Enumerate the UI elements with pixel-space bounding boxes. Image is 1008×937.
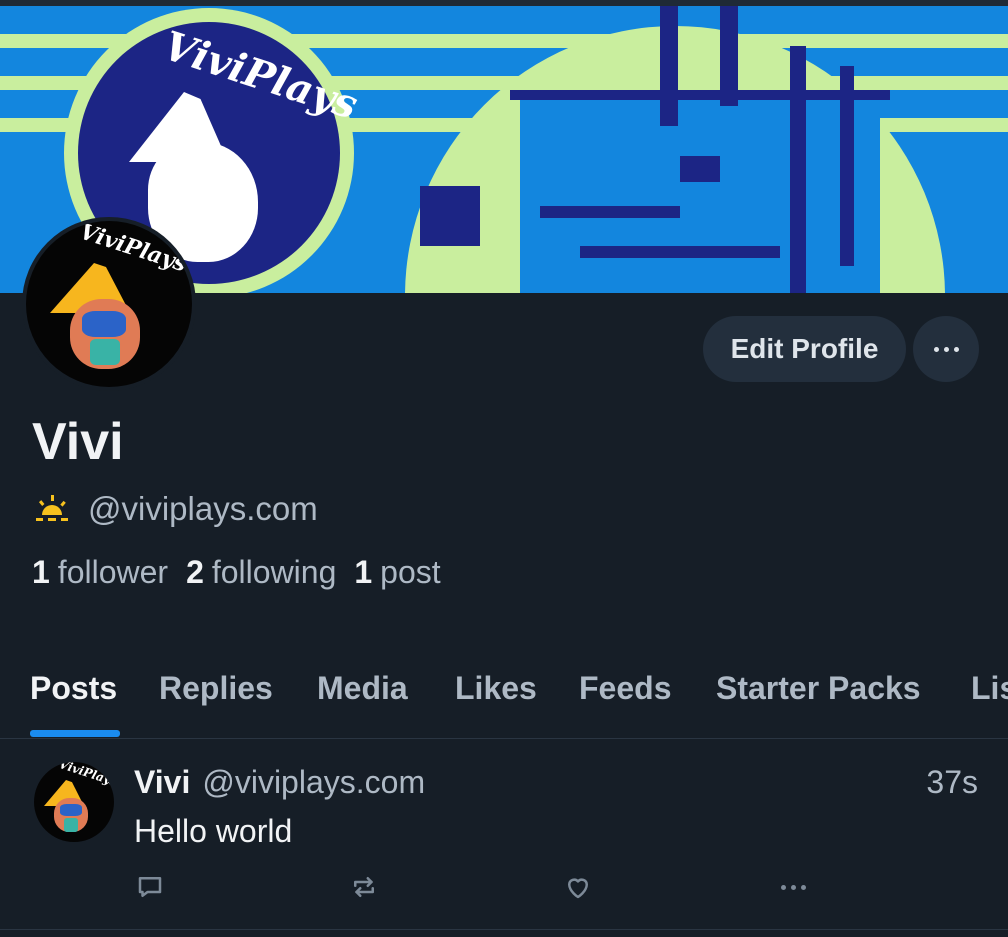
active-tab-indicator [30, 730, 120, 737]
display-name: Vivi [32, 413, 124, 471]
tab-replies[interactable]: Replies [159, 670, 273, 707]
tab-lists[interactable]: Lists [971, 670, 1008, 707]
reply-button[interactable] [134, 871, 166, 903]
edit-profile-button[interactable]: Edit Profile [703, 316, 906, 382]
handle-row: @viviplays.com [32, 490, 318, 528]
following-link[interactable]: 2 following [186, 554, 336, 591]
ellipsis-icon [933, 346, 959, 352]
tab-likes[interactable]: Likes [455, 670, 537, 707]
followers-link[interactable]: 1 follower [32, 554, 168, 591]
post-more-button[interactable] [777, 871, 809, 903]
profile-avatar[interactable]: ViviPlays [22, 217, 196, 391]
sunrise-icon [36, 495, 68, 521]
post-avatar[interactable]: ViviPlays [34, 762, 114, 842]
post-item[interactable]: ViviPlays Vivi @viviplays.com 37s Hello … [0, 739, 1008, 930]
post-text: Hello world [134, 813, 293, 849]
profile-handle: @viviplays.com [88, 490, 318, 527]
reply-icon [138, 877, 162, 897]
repost-button[interactable] [348, 871, 380, 903]
tab-posts[interactable]: Posts [30, 670, 117, 707]
repost-icon [354, 877, 374, 897]
tab-starter-packs[interactable]: Starter Packs [716, 670, 921, 707]
like-icon [568, 878, 588, 899]
post-actions [134, 871, 814, 903]
tab-feeds[interactable]: Feeds [579, 670, 671, 707]
post-timestamp[interactable]: 37s [926, 764, 978, 801]
post-header: Vivi @viviplays.com [134, 764, 425, 801]
more-icon [780, 884, 806, 890]
like-button[interactable] [562, 871, 594, 903]
profile-stats: 1 follower 2 following 1 post [32, 554, 441, 591]
post-author-handle[interactable]: @viviplays.com [202, 764, 425, 801]
tab-media[interactable]: Media [317, 670, 408, 707]
profile-tabs: Posts Replies Media Likes Feeds Starter … [0, 664, 1008, 739]
posts-count: 1 post [354, 554, 441, 590]
profile-more-button[interactable] [913, 316, 979, 382]
dragon-illustration [420, 6, 940, 293]
post-author-name[interactable]: Vivi [134, 764, 190, 801]
